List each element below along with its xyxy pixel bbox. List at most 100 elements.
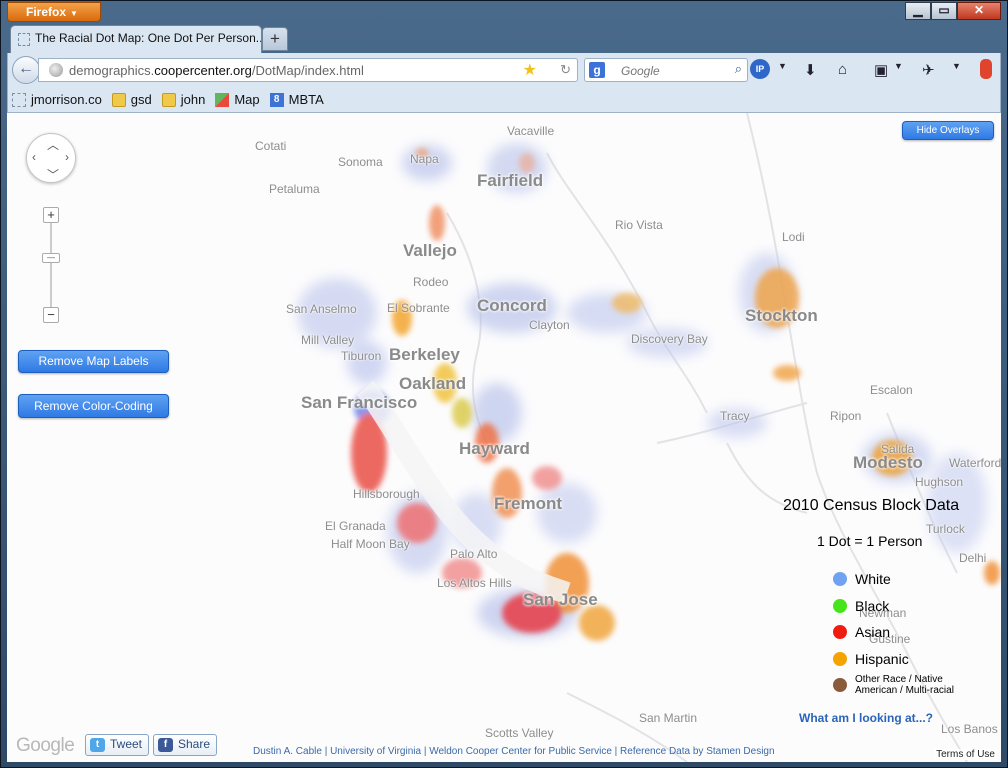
pan-up-icon[interactable]: ︿ [47,136,59,153]
legend-item-other: Other Race / Native American / Multi-rac… [833,674,983,696]
city-label: Concord [477,296,547,315]
new-tab-button[interactable]: + [262,27,288,51]
place-label: Salida [881,442,915,456]
pan-control[interactable]: ︿ ﹀ ‹ › [26,133,76,183]
tab-racial-dot-map[interactable]: The Racial Dot Map: One Dot Per Person..… [10,25,262,53]
url-prefix: demographics. [69,63,155,78]
legend-dot [833,599,847,613]
pan-right-icon[interactable]: › [65,150,69,164]
back-button[interactable]: ← [12,56,40,84]
what-am-i-looking-at-link[interactable]: What am I looking at...? [799,711,933,725]
place-label: Los Banos [941,722,998,736]
facebook-share-button[interactable]: f Share [153,734,218,756]
legend-subtitle: 1 Dot = 1 Person [817,533,923,549]
legend-dot [833,678,847,692]
place-label: Vacaville [507,124,555,138]
maximize-button[interactable]: ▭ [931,2,957,20]
share-label: Share [178,737,211,751]
zoom-slider-handle[interactable]: — [42,253,60,263]
navigation-toolbar: ← demographics.coopercenter.org/DotMap/i… [7,53,1001,87]
legend-item-black: Black [833,598,889,614]
place-label: Rodeo [413,275,449,289]
zoom-control: + — − [41,205,61,325]
place-label: Napa [410,152,439,166]
extension-icon[interactable]: ✈ [922,61,935,79]
facebook-icon: f [158,738,173,752]
place-label: Cotati [255,139,287,153]
bookmarks-toolbar: jmorrison.co gsd john Map 8 MBTA [7,87,1001,113]
legend-item-hispanic: Hispanic [833,651,909,667]
place-label: Los Altos Hills [437,576,512,590]
place-label: Escalon [870,383,913,397]
addon-icon[interactable]: IP [750,59,770,79]
bookmark-star-icon[interactable]: ★ [523,60,537,80]
tweet-button[interactable]: t Tweet [85,734,150,756]
search-box[interactable]: g Google ⌕ [584,58,748,82]
zoom-in-button[interactable]: + [43,207,59,223]
zoom-out-button[interactable]: − [43,307,59,323]
reload-icon[interactable]: ↻ [560,62,571,78]
place-label: Waterford [949,456,1001,470]
place-label: Sonoma [338,155,383,169]
map-viewport[interactable]: Fairfield Vallejo Concord Stockton Berke… [7,113,1001,762]
place-label: Ripon [830,409,862,423]
home-icon[interactable]: ⌂ [838,61,847,78]
city-label: Fremont [494,494,562,513]
google-icon: 8 [269,92,284,107]
browser-window: Firefox ▼ ▁ ▭ ✕ The Racial Dot Map: One D… [0,0,1008,768]
remove-color-coding-button[interactable]: Remove Color-Coding [18,394,169,418]
google-logo: Google [16,735,75,756]
title-bar: Firefox ▼ ▁ ▭ ✕ [1,1,1007,25]
minimize-button[interactable]: ▁ [905,2,931,20]
extension-dropdown-icon[interactable]: ▼ [952,61,961,71]
addon-dropdown-icon[interactable]: ▼ [778,61,787,71]
pan-left-icon[interactable]: ‹ [32,150,36,164]
place-label: San Martin [639,711,698,725]
folder-icon [161,92,176,107]
url-domain: coopercenter.org [154,63,252,78]
bookmark-john[interactable]: john [161,92,205,107]
city-label: San Jose [523,590,598,609]
bookmark-label: gsd [130,92,152,107]
place-label: Clayton [529,318,570,332]
chevron-down-icon: ▼ [70,9,78,18]
bookmarks-menu-icon[interactable]: ▣ [874,61,888,79]
bookmark-mbta[interactable]: 8 MBTA [269,92,324,107]
globe-icon [49,63,63,77]
remove-map-labels-button[interactable]: Remove Map Labels [18,350,169,373]
city-label: Fairfield [477,171,544,190]
place-label: Discovery Bay [631,332,708,346]
place-label: Delhi [959,551,987,565]
legend-item-asian: Asian [833,624,890,640]
legend-item-white: White [833,571,891,587]
place-label: El Sobrante [387,301,450,315]
close-window-button[interactable]: ✕ [957,2,1001,20]
folder-icon [111,92,126,107]
city-label: Hayward [459,439,530,458]
hide-overlays-button[interactable]: Hide Overlays [902,121,994,140]
place-label: Mill Valley [301,333,355,347]
terms-of-use-link[interactable]: Terms of Use [934,749,997,760]
bookmarks-dropdown-icon[interactable]: ▼ [894,61,903,71]
city-label: Oakland [399,374,467,393]
search-icon[interactable]: ⌕ [735,61,742,77]
addon-badge-icon[interactable] [980,59,992,79]
bookmark-label: jmorrison.co [31,92,102,107]
place-label: Hillsborough [353,487,420,501]
bookmark-map[interactable]: Map [215,92,260,107]
bookmark-label: Map [234,92,260,107]
download-icon[interactable]: ⬇ [804,61,817,79]
zoom-track[interactable] [50,215,52,315]
window-controls: ▁ ▭ ✕ [905,2,1001,20]
bookmark-gsd[interactable]: gsd [111,92,152,107]
url-bar[interactable]: demographics.coopercenter.org/DotMap/ind… [38,58,578,82]
google-engine-icon[interactable]: g [589,62,605,78]
legend-dot [833,572,847,586]
credits-links[interactable]: Dustin A. Cable | University of Virginia… [253,746,775,757]
firefox-menu-button[interactable]: Firefox ▼ [7,2,101,22]
legend-dot [833,625,847,639]
bookmark-jmorrison[interactable]: jmorrison.co [12,92,102,107]
tab-strip: The Racial Dot Map: One Dot Per Person..… [1,25,1007,53]
pan-down-icon[interactable]: ﹀ [47,166,59,183]
tab-title: The Racial Dot Map: One Dot Per Person..… [35,31,262,45]
